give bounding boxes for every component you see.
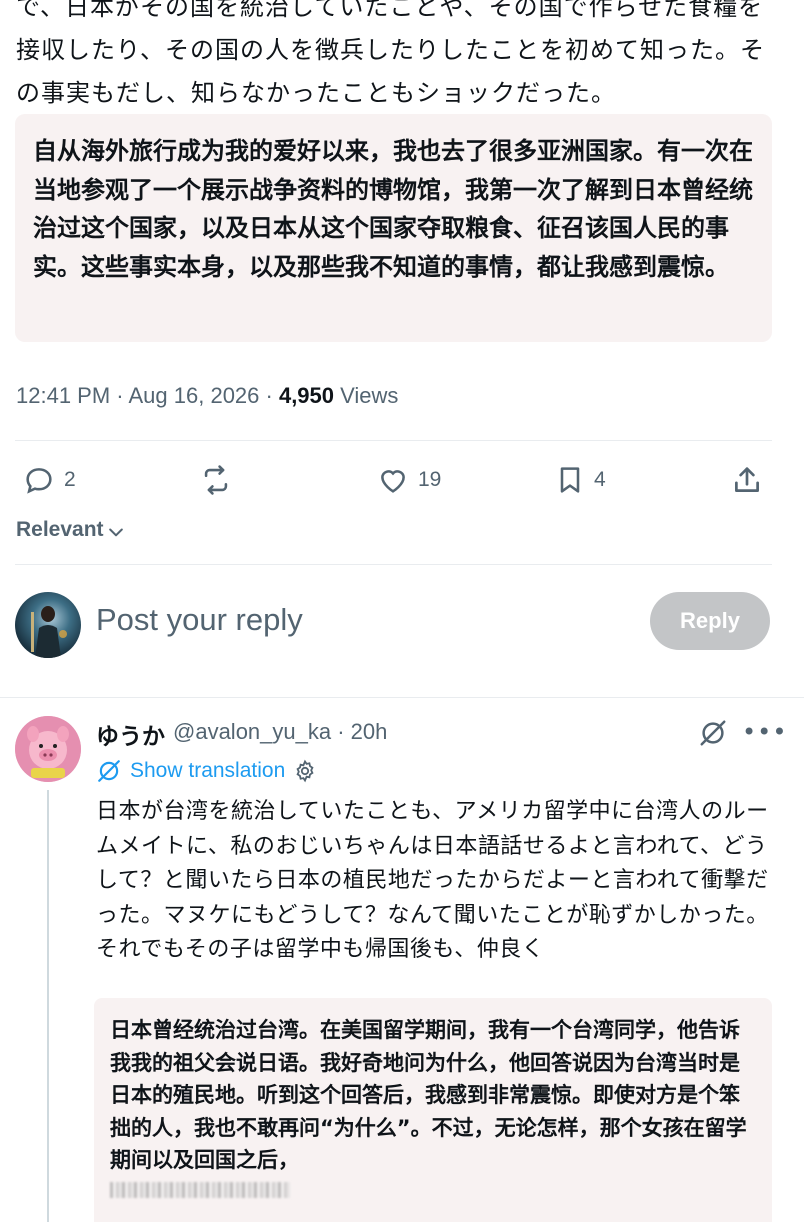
thread-line	[47, 790, 49, 1222]
bookmark-count: 4	[594, 468, 606, 491]
reply-text: 日本が台湾を統治していたことも、アメリカ留学中に台湾人のルームメイトに、私のおじ…	[96, 799, 769, 962]
tweet-timestamp[interactable]: 12:41 PM · Aug 16, 2026 ·	[16, 383, 279, 408]
reply-input[interactable]: Post your reply	[96, 602, 303, 638]
like-count: 19	[418, 468, 442, 491]
reply-count: 2	[64, 468, 76, 491]
reply-translation-box: 日本曾经统治过台湾。在美国留学期间，我有一个台湾同学，他告诉我我的祖父会说日语。…	[94, 998, 772, 1222]
gear-icon[interactable]	[293, 759, 317, 783]
tweet-views-count: 4,950	[278, 383, 335, 408]
reply-translation-text: 日本曾经统治过台湾。在美国留学期间，我有一个台湾同学，他告诉我我的祖父会说日语。…	[110, 1018, 747, 1172]
grok-translate-icon	[98, 760, 120, 782]
retweet-icon	[204, 465, 228, 495]
reply-icon	[26, 468, 52, 494]
tweet-translation-box: 自从海外旅行成为我的爱好以来，我也去了很多亚洲国家。有一次在当地参观了一个展示战…	[15, 114, 772, 342]
divider	[15, 564, 772, 565]
pig-avatar-icon	[15, 716, 81, 782]
heart-icon	[381, 470, 405, 493]
current-user-avatar[interactable]	[15, 592, 81, 658]
bookmark-action-button[interactable]: 4	[554, 462, 606, 498]
reply-author-avatar[interactable]	[15, 716, 81, 782]
blurred-text-fragment	[110, 1182, 290, 1198]
tweet-views-label: Views	[334, 383, 399, 408]
reply-author-name[interactable]: ゆうか	[96, 717, 165, 751]
sort-label: Relevant	[16, 518, 104, 541]
share-icon	[735, 467, 759, 492]
like-action-button[interactable]: 19	[376, 462, 441, 498]
tweet-translation-text: 自从海外旅行成为我的爱好以来，我也去了很多亚洲国家。有一次在当地参观了一个展示战…	[33, 137, 753, 281]
share-action-button[interactable]	[730, 462, 764, 498]
show-translation-label: Show translation	[130, 759, 286, 782]
avatar-figure-icon	[31, 606, 67, 658]
bookmark-icon	[560, 467, 580, 493]
reply-button[interactable]: Reply	[650, 592, 770, 650]
tweet-meta: 12:41 PM · Aug 16, 2026 · 4,950 Views	[16, 383, 398, 409]
reply-author-handle[interactable]: @avalon_yu_ka · 20h	[173, 719, 387, 745]
sort-replies-dropdown[interactable]: Relevant	[16, 518, 126, 542]
divider	[15, 440, 772, 441]
grok-icon[interactable]	[698, 718, 728, 752]
reply-action-button[interactable]: 2	[22, 462, 76, 498]
show-translation-link[interactable]: Show translation	[96, 758, 317, 784]
chevron-down-icon	[108, 528, 123, 536]
more-options-icon[interactable]: •••	[742, 718, 787, 746]
tweet-original-text: で、日本がその国を統治していたことや、その国で作らせた食糧を接収したり、その国の…	[16, 0, 766, 107]
divider	[0, 697, 804, 698]
retweet-action-button[interactable]	[198, 462, 242, 498]
